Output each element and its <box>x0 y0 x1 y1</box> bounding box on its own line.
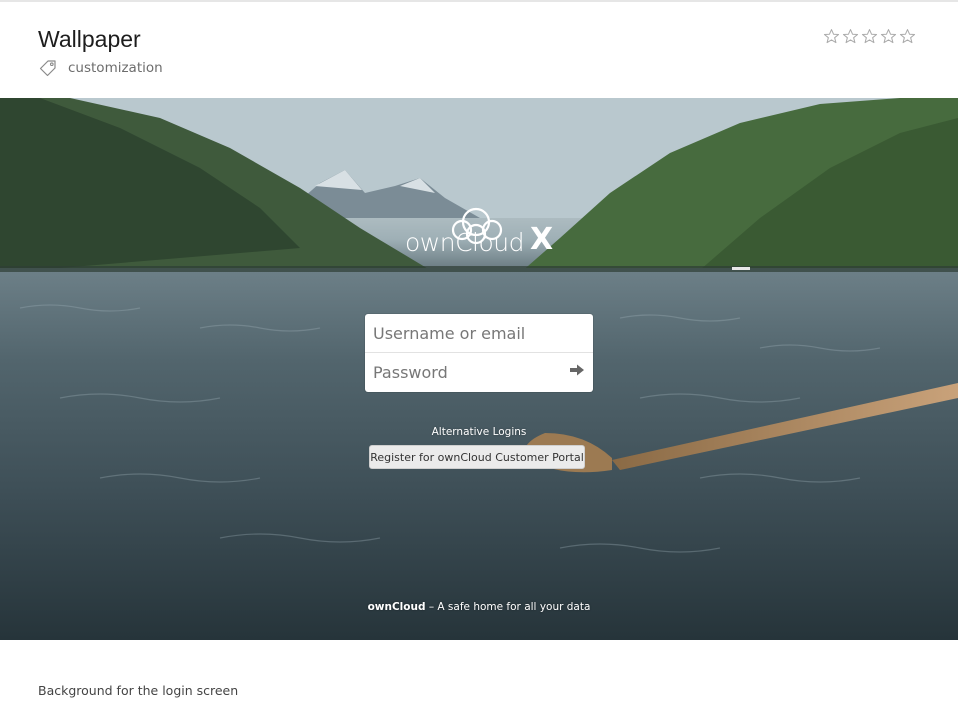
boat <box>732 267 750 270</box>
alternative-logins-label: Alternative Logins <box>431 426 527 438</box>
login-form <box>365 314 593 392</box>
star-outline-icon[interactable] <box>899 28 916 45</box>
login-footer: ownCloud – A safe home for all your data <box>0 601 958 613</box>
app-title: Wallpaper <box>38 26 141 52</box>
star-outline-icon[interactable] <box>880 28 897 45</box>
star-outline-icon[interactable] <box>842 28 859 45</box>
username-input[interactable] <box>365 314 593 352</box>
rating-stars[interactable] <box>823 28 916 45</box>
tag-label: customization <box>68 60 163 76</box>
category-tag[interactable]: customization <box>38 58 163 78</box>
password-input[interactable] <box>365 353 593 391</box>
owncloud-x-mark: X <box>530 222 554 257</box>
arrow-right-icon[interactable] <box>569 363 585 377</box>
footer-brand: ownCloud <box>367 601 426 613</box>
app-header: Wallpaper customization <box>0 2 958 98</box>
app-description: Background for the login screen <box>38 683 239 698</box>
register-portal-button[interactable]: Register for ownCloud Customer Portal <box>369 445 585 469</box>
tag-icon <box>39 60 56 77</box>
star-outline-icon[interactable] <box>823 28 840 45</box>
footer-tagline: – A safe home for all your data <box>425 601 591 613</box>
wallpaper-preview: ownCloud X Alternative Logins Register f… <box>0 98 958 640</box>
owncloud-brand: ownCloud <box>405 228 525 257</box>
star-outline-icon[interactable] <box>861 28 878 45</box>
